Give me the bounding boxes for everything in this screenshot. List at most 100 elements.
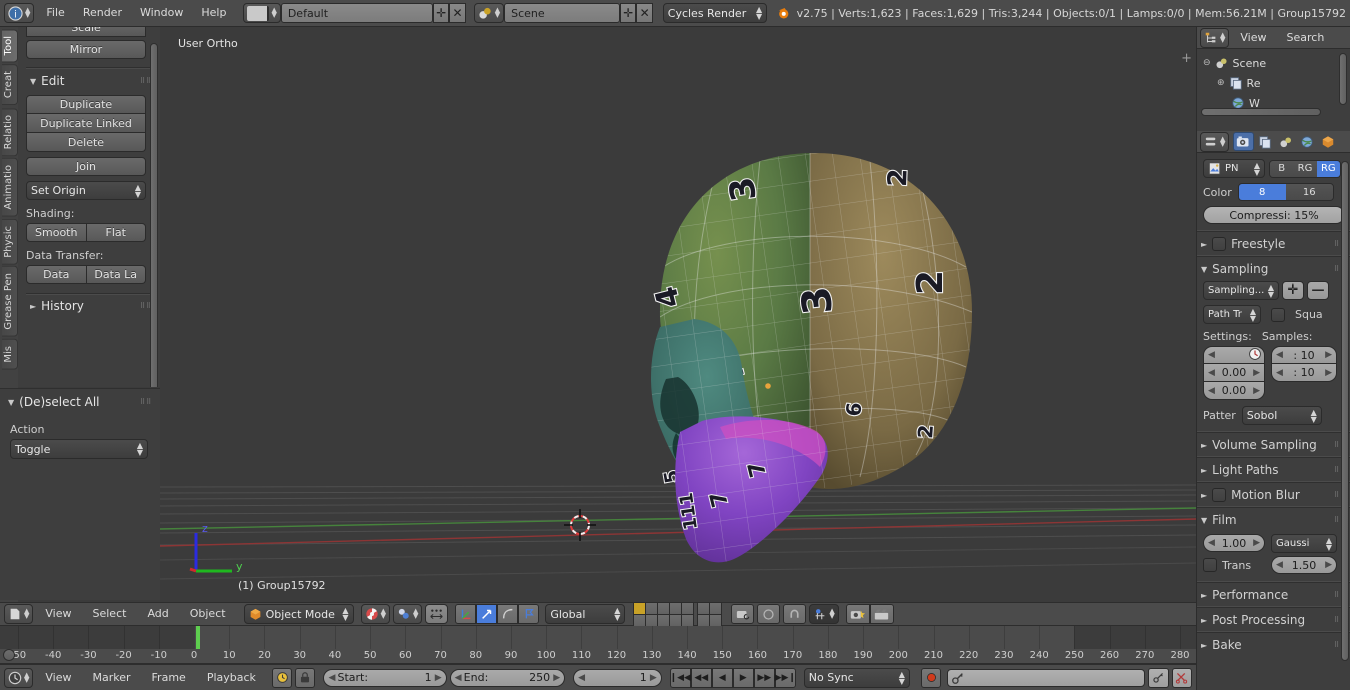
increment-arrow-icon[interactable]: ▶ <box>1253 386 1260 396</box>
panel-light-paths[interactable]: ► Light Paths ⣿⣿ <box>1197 458 1350 482</box>
layer-cell[interactable] <box>682 615 693 626</box>
panel-volume-sampling[interactable]: ► Volume Sampling ⣿⣿ <box>1197 433 1350 457</box>
rotate-manipulator-button[interactable] <box>476 604 497 624</box>
sidebar-item-create[interactable]: Creat <box>2 64 18 105</box>
duplicate-button[interactable]: Duplicate <box>26 95 146 114</box>
edit-section-header[interactable]: ▼ Edit ⣿⣿ <box>26 72 152 90</box>
tab-scene-properties[interactable] <box>1275 132 1296 151</box>
layer-cell[interactable] <box>698 615 709 626</box>
jump-to-end-button[interactable]: ▶▶❙ <box>775 668 796 688</box>
add-scene-button[interactable]: ✛ <box>620 3 636 23</box>
data-transfer-layout-button[interactable]: Data La <box>87 265 147 284</box>
outliner-vscrollbar[interactable] <box>1339 53 1347 105</box>
decrement-arrow-icon[interactable]: ◀ <box>578 673 585 683</box>
increment-arrow-icon[interactable]: ▶ <box>1325 560 1332 570</box>
transform-orientation-dropdown[interactable]: Global ▲▼ <box>545 604 625 624</box>
decrement-arrow-icon[interactable]: ◀ <box>1276 350 1283 360</box>
delete-button[interactable]: Delete <box>26 133 146 152</box>
scale-button[interactable]: Scale <box>26 27 146 37</box>
proportional-edit-button[interactable] <box>757 604 780 624</box>
timeline-menu-view[interactable]: View <box>36 667 80 689</box>
sampling-pattern-dropdown[interactable]: Sobol ▲▼ <box>1242 406 1322 425</box>
outliner-row-renderlayers[interactable]: ⊕ Re <box>1203 73 1350 93</box>
film-exposure-field[interactable]: ◀ 1.00 ▶ <box>1203 534 1265 552</box>
color-mode-rgba[interactable]: RG <box>1317 161 1340 177</box>
history-section-header[interactable]: ► History ⣿⣿ <box>26 297 152 315</box>
scene-layers-group-1[interactable] <box>633 602 694 627</box>
snap-magnet-button[interactable] <box>783 604 806 624</box>
outliner-row-scene[interactable]: ⊖ Scene <box>1203 53 1350 73</box>
join-button[interactable]: Join <box>26 157 146 176</box>
layer-cell[interactable] <box>658 615 669 626</box>
increment-arrow-icon[interactable]: ▶ <box>650 673 657 683</box>
sync-mode-dropdown[interactable]: No Sync ▲▼ <box>804 668 910 688</box>
compression-slider[interactable]: Compressi: 15% <box>1203 206 1345 224</box>
outliner-menu-search[interactable]: Search <box>1278 27 1334 49</box>
decrement-arrow-icon[interactable]: ◀ <box>1208 368 1215 378</box>
increment-arrow-icon[interactable]: ▶ <box>435 673 442 683</box>
image-format-dropdown[interactable]: PN ▲▼ <box>1203 159 1265 178</box>
layer-cell[interactable] <box>682 603 693 614</box>
tab-object-properties[interactable] <box>1317 132 1338 151</box>
sampling-preset-dropdown[interactable]: Sampling... ▲▼ <box>1203 281 1279 300</box>
increment-arrow-icon[interactable]: ▶ <box>1253 538 1260 548</box>
remove-preset-button[interactable]: — <box>1307 281 1329 300</box>
use-audio-scrub-button[interactable] <box>272 668 292 688</box>
pivot-point-selector[interactable]: ▲▼ <box>393 604 422 624</box>
tab-render-layers-properties[interactable] <box>1254 132 1275 151</box>
preview-samples-field[interactable]: ◀ : 10 ▶ <box>1271 364 1337 382</box>
decrement-arrow-icon[interactable]: ◀ <box>455 673 462 683</box>
manipulator-toggle-button[interactable] <box>425 604 448 624</box>
auto-keyframe-button[interactable] <box>921 668 941 688</box>
add-screen-layout-button[interactable]: ✛ <box>433 3 449 23</box>
render-engine-selector[interactable]: Cycles Render ▲▼ <box>663 3 767 23</box>
increment-arrow-icon[interactable]: ▶ <box>1325 368 1332 378</box>
play-reverse-button[interactable]: ◀ <box>712 668 733 688</box>
screen-layout-browser[interactable]: ▲▼ <box>243 3 280 23</box>
decrement-arrow-icon[interactable]: ◀ <box>1208 350 1215 360</box>
sidebar-item-tool[interactable]: Tool <box>2 29 18 62</box>
freestyle-checkbox[interactable] <box>1212 237 1226 251</box>
layer-cell[interactable] <box>670 603 681 614</box>
editor-type-selector-timeline[interactable]: ▲▼ <box>4 668 33 688</box>
current-frame-field[interactable]: ◀ 1 ▶ <box>573 669 662 687</box>
interaction-mode-dropdown[interactable]: Object Mode ▲▼ <box>244 604 354 624</box>
timeline-scroll-handle[interactable] <box>3 649 15 661</box>
clamp-indirect-field[interactable]: ◀ 0.00 ▶ <box>1203 382 1265 400</box>
viewport-menu-view[interactable]: View <box>36 603 80 625</box>
color-mode-bw[interactable]: B <box>1270 161 1293 177</box>
layer-cell[interactable] <box>698 603 709 614</box>
seed-field[interactable]: ◀ <box>1203 346 1265 364</box>
sidebar-item-animation[interactable]: Animatio <box>2 158 18 217</box>
square-samples-checkbox[interactable] <box>1271 308 1285 322</box>
tab-render-properties[interactable] <box>1233 132 1254 151</box>
jump-next-keyframe-button[interactable]: ▶▶ <box>754 668 775 688</box>
duplicate-linked-button[interactable]: Duplicate Linked <box>26 114 146 133</box>
layer-cell[interactable] <box>658 603 669 614</box>
panel-freestyle[interactable]: ► Freestyle ⣿⣿ <box>1197 232 1350 256</box>
viewport-menu-add[interactable]: Add <box>138 603 177 625</box>
menu-help[interactable]: Help <box>192 2 235 24</box>
layer-cell[interactable] <box>710 603 721 614</box>
manipulator-extra-button[interactable] <box>518 604 539 624</box>
scene-name[interactable]: Scene <box>504 3 620 23</box>
integrator-dropdown[interactable]: Path Tr ▲▼ <box>1203 305 1261 324</box>
sidebar-item-relations[interactable]: Relatio <box>2 108 18 156</box>
color-mode-rgb[interactable]: RG <box>1293 161 1316 177</box>
editor-type-selector-outliner[interactable]: ▲▼ <box>1200 28 1229 48</box>
increment-arrow-icon[interactable]: ▶ <box>553 673 560 683</box>
increment-arrow-icon[interactable]: ▶ <box>1253 368 1260 378</box>
layer-cell[interactable] <box>646 603 657 614</box>
scene-browser[interactable]: ▲▼ <box>474 3 504 23</box>
jump-prev-keyframe-button[interactable]: ◀◀ <box>691 668 712 688</box>
timeline-menu-marker[interactable]: Marker <box>84 667 140 689</box>
color-depth-16[interactable]: 16 <box>1286 184 1333 200</box>
tab-world-properties[interactable] <box>1296 132 1317 151</box>
delete-screen-layout-button[interactable]: ✕ <box>449 3 465 23</box>
frame-start-field[interactable]: ◀ Start: 1 ▶ <box>323 669 446 687</box>
viewport-menu-object[interactable]: Object <box>181 603 235 625</box>
motion-blur-checkbox[interactable] <box>1212 488 1226 502</box>
panel-motion-blur[interactable]: ► Motion Blur ⣿⣿ <box>1197 483 1350 507</box>
decrement-arrow-icon[interactable]: ◀ <box>328 673 335 683</box>
sidebar-item-grease-pencil[interactable]: Grease Pen <box>2 266 18 337</box>
